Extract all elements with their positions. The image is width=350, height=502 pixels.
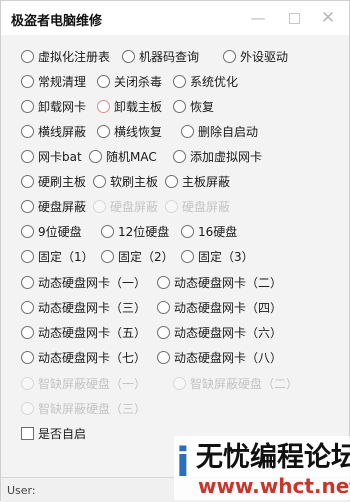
title-bar: 极盗者电脑维修 — ✕ [1, 1, 349, 35]
option-hline-restore[interactable]: 横线恢复 [97, 121, 162, 141]
radio-icon[interactable] [21, 199, 34, 213]
radio-icon[interactable] [157, 300, 170, 314]
radio-icon [21, 401, 34, 415]
option-smart-block-2: 智缺屏蔽硬盘（二） [173, 373, 298, 393]
option-random-mac[interactable]: 随机MAC [89, 146, 157, 166]
option-uninstall-nic[interactable]: 卸载网卡 [21, 96, 86, 116]
radio-icon[interactable] [21, 149, 34, 163]
option-nic-bat[interactable]: 网卡bat [21, 146, 82, 166]
option-dynamic-1[interactable]: 动态硬盘网卡（一） [21, 272, 146, 292]
radio-icon [165, 199, 178, 213]
radio-icon[interactable] [97, 99, 110, 113]
option-disk-block-disabled-2: 硬盘屏蔽 [93, 196, 158, 216]
option-dynamic-4[interactable]: 动态硬盘网卡（四） [157, 297, 282, 317]
autostart-checkbox[interactable]: 是否自启 [21, 423, 86, 443]
option-dynamic-2[interactable]: 动态硬盘网卡（二） [157, 272, 282, 292]
radio-icon[interactable] [165, 174, 178, 188]
option-dynamic-7[interactable]: 动态硬盘网卡（七） [21, 347, 146, 367]
svg-text:i: i [176, 440, 190, 486]
option-routine-cleanup[interactable]: 常规清理 [21, 71, 86, 91]
radio-icon[interactable] [101, 224, 114, 238]
option-fixed-2[interactable]: 固定（2） [101, 246, 174, 266]
radio-icon[interactable] [173, 99, 186, 113]
radio-icon[interactable] [21, 74, 34, 88]
radio-icon[interactable] [89, 149, 102, 163]
radio-icon[interactable] [21, 300, 34, 314]
radio-icon[interactable] [101, 249, 114, 263]
radio-icon[interactable] [21, 249, 34, 263]
option-dynamic-5[interactable]: 动态硬盘网卡（五） [21, 322, 146, 342]
radio-icon[interactable] [181, 249, 194, 263]
option-soft-flash-motherboard[interactable]: 软刷主板 [93, 171, 158, 191]
radio-icon[interactable] [181, 124, 194, 138]
option-motherboard-block[interactable]: 主板屏蔽 [165, 171, 230, 191]
radio-icon[interactable] [122, 49, 135, 63]
radio-icon[interactable] [157, 275, 170, 289]
window-title: 极盗者电脑维修 [11, 14, 103, 29]
option-dynamic-8[interactable]: 动态硬盘网卡（八） [157, 347, 282, 367]
option-disable-antivirus[interactable]: 关闭杀毒 [97, 71, 162, 91]
option-smart-block-3: 智缺屏蔽硬盘（三） [21, 398, 146, 418]
radio-icon [173, 376, 186, 390]
option-peripheral-driver[interactable]: 外设驱动 [223, 46, 288, 66]
radio-icon[interactable] [21, 350, 34, 364]
checkbox-icon[interactable] [21, 426, 34, 440]
radio-icon[interactable] [223, 49, 236, 63]
option-delete-autostart[interactable]: 删除自启动 [181, 121, 258, 141]
option-fixed-3[interactable]: 固定（3） [181, 246, 254, 266]
option-disk-block-disabled-3: 硬盘屏蔽 [165, 196, 230, 216]
radio-icon[interactable] [97, 74, 110, 88]
radio-icon[interactable] [157, 325, 170, 339]
minimize-icon[interactable]: — [247, 7, 269, 29]
option-16-disk[interactable]: 16硬盘 [181, 221, 237, 241]
app-window: 极盗者电脑维修 — ✕ 虚拟化注册表 机器码查询 外设驱动 常规清理 关闭杀毒 … [0, 0, 350, 502]
radio-icon[interactable] [21, 224, 34, 238]
radio-icon[interactable] [93, 174, 106, 188]
option-dynamic-3[interactable]: 动态硬盘网卡（三） [21, 297, 146, 317]
status-user-label: User: [7, 484, 36, 497]
radio-icon[interactable] [21, 99, 34, 113]
radio-icon[interactable] [21, 49, 34, 63]
radio-icon[interactable] [21, 275, 34, 289]
option-dynamic-6[interactable]: 动态硬盘网卡（六） [157, 322, 282, 342]
option-virtual-registry[interactable]: 虚拟化注册表 [21, 46, 110, 66]
option-system-optimize[interactable]: 系统优化 [173, 71, 238, 91]
radio-icon[interactable] [21, 174, 34, 188]
radio-icon[interactable] [173, 149, 186, 163]
option-machine-code-query[interactable]: 机器码查询 [122, 46, 199, 66]
svg-text:www.whct.net: www.whct.net [198, 474, 350, 498]
option-hard-flash-motherboard[interactable]: 硬刷主板 [21, 171, 86, 191]
radio-icon[interactable] [97, 124, 110, 138]
close-icon[interactable]: ✕ [317, 7, 339, 29]
option-uninstall-motherboard[interactable]: 卸载主板 [97, 96, 162, 116]
option-smart-block-1: 智缺屏蔽硬盘（一） [21, 373, 146, 393]
svg-text:无忧编程论坛: 无忧编程论坛 [196, 441, 350, 473]
option-hline-block[interactable]: 横线屏蔽 [21, 121, 86, 141]
radio-icon [21, 376, 34, 390]
option-disk-block[interactable]: 硬盘屏蔽 [21, 196, 86, 216]
option-12-digit-disk[interactable]: 12位硬盘 [101, 221, 169, 241]
radio-icon[interactable] [21, 325, 34, 339]
radio-icon [93, 199, 106, 213]
option-fixed-1[interactable]: 固定（1） [21, 246, 94, 266]
maximize-icon[interactable] [283, 7, 305, 29]
watermark-logo: i 无忧编程论坛 www.whct.net [174, 436, 350, 500]
radio-icon[interactable] [21, 124, 34, 138]
option-add-virtual-nic[interactable]: 添加虚拟网卡 [173, 146, 262, 166]
option-restore[interactable]: 恢复 [173, 96, 214, 116]
radio-icon[interactable] [157, 350, 170, 364]
option-9-digit-disk[interactable]: 9位硬盘 [21, 221, 82, 241]
radio-icon[interactable] [173, 74, 186, 88]
radio-icon[interactable] [181, 224, 194, 238]
